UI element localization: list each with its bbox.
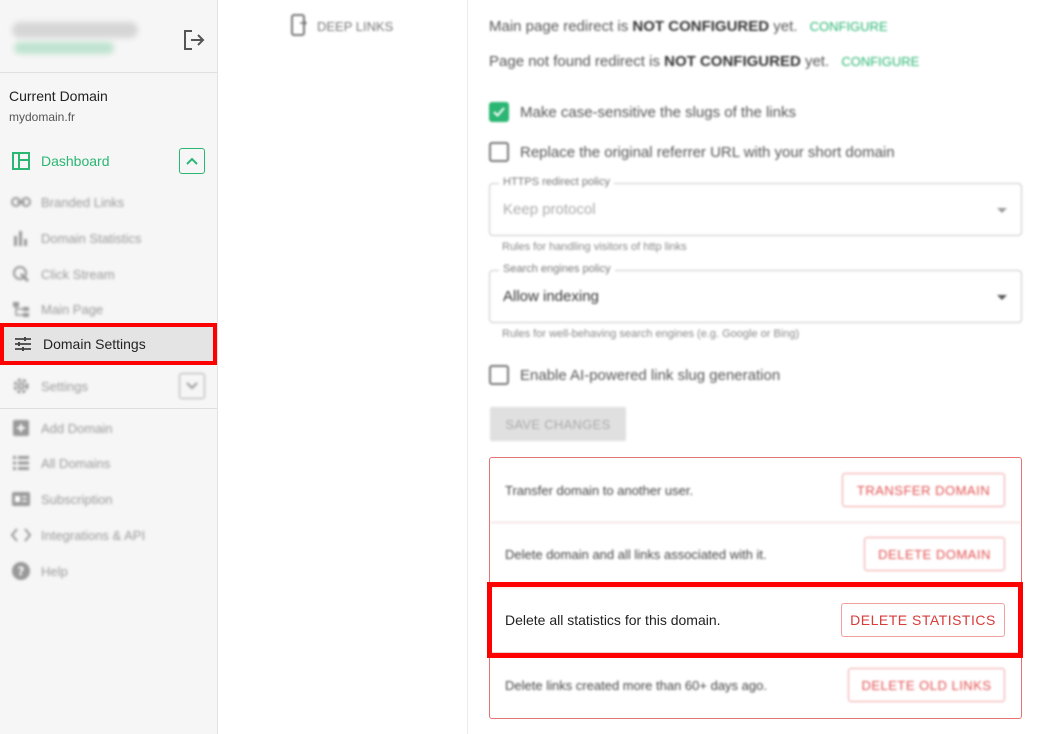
current-domain-label: Current Domain bbox=[9, 88, 108, 104]
notfound-redirect-status: Page not found redirect is NOT CONFIGURE… bbox=[489, 53, 919, 70]
checkbox-empty-icon bbox=[489, 365, 509, 385]
main-redirect-suffix: yet. bbox=[773, 18, 798, 35]
bar-chart-icon bbox=[11, 228, 31, 248]
notfound-redirect-prefix: Page not found redirect is bbox=[489, 53, 660, 70]
sidebar-item-settings[interactable]: Settings bbox=[0, 368, 217, 404]
delete-domain-button[interactable]: DELETE DOMAIN bbox=[864, 537, 1005, 571]
sidebar-divider bbox=[0, 408, 217, 409]
svg-text:?: ? bbox=[18, 565, 25, 579]
main-redirect-status: Main page redirect is NOT CONFIGURED yet… bbox=[489, 18, 888, 35]
sidebar-item-label: All Domains bbox=[41, 455, 111, 471]
sidebar: Current Domain mydomain.fr Dashboard Bra… bbox=[0, 0, 218, 734]
account-plan-blurred bbox=[14, 42, 114, 54]
https-policy-legend: HTTPS redirect policy bbox=[499, 176, 614, 188]
delete-domain-text: Delete domain and all links associated w… bbox=[505, 547, 767, 562]
account-name-blurred bbox=[12, 22, 138, 38]
delete-domain-row: Delete domain and all links associated w… bbox=[490, 523, 1021, 588]
notfound-redirect-status-value: NOT CONFIGURED bbox=[664, 53, 801, 70]
link-icon bbox=[11, 192, 31, 212]
danger-zone: Transfer domain to another user. TRANSFE… bbox=[489, 457, 1022, 719]
dropdown-arrow-icon bbox=[997, 295, 1007, 300]
dropdown-arrow-icon bbox=[997, 208, 1007, 213]
sidebar-item-label: Help bbox=[41, 563, 68, 579]
sidebar-item-click-stream[interactable]: Click Stream bbox=[0, 256, 217, 292]
sidebar-item-branded-links[interactable]: Branded Links bbox=[0, 184, 217, 220]
delete-statistics-row: Delete all statistics for this domain. D… bbox=[490, 588, 1021, 653]
sidebar-item-label: Domain Statistics bbox=[41, 230, 142, 246]
transfer-domain-button[interactable]: TRANSFER DOMAIN bbox=[842, 473, 1005, 507]
list-icon bbox=[11, 453, 31, 473]
logout-icon[interactable] bbox=[182, 29, 206, 51]
main-redirect-status-value: NOT CONFIGURED bbox=[632, 18, 770, 35]
domain-settings-panel: Main page redirect is NOT CONFIGURED yet… bbox=[489, 0, 1039, 734]
search-policy-hint: Rules for well-behaving search engines (… bbox=[502, 328, 800, 340]
sidebar-item-label: Settings bbox=[41, 378, 88, 394]
plus-box-icon bbox=[11, 418, 31, 438]
sidebar-item-label: Add Domain bbox=[41, 420, 113, 436]
save-changes-button[interactable]: SAVE CHANGES bbox=[490, 407, 626, 441]
main-redirect-prefix: Main page redirect is bbox=[489, 18, 629, 35]
sidebar-item-add-domain[interactable]: Add Domain bbox=[0, 410, 217, 446]
sidebar-item-domain-settings[interactable]: Domain Settings bbox=[2, 325, 214, 363]
transfer-domain-text: Transfer domain to another user. bbox=[505, 483, 694, 498]
sidebar-item-label: Domain Settings bbox=[43, 336, 146, 352]
delete-old-links-button[interactable]: DELETE OLD LINKS bbox=[848, 668, 1005, 702]
search-engines-policy-select[interactable]: Search engines policy Allow indexing bbox=[489, 263, 1022, 323]
tab-deep-links-label: DEEP LINKS bbox=[317, 19, 394, 34]
delete-old-links-row: Delete links created more than 60+ days … bbox=[490, 653, 1021, 718]
tab-deep-links[interactable]: DEEP LINKS bbox=[291, 14, 393, 39]
ai-slug-checkbox[interactable]: Enable AI-powered link slug generation bbox=[489, 365, 780, 385]
sliders-icon bbox=[13, 334, 33, 354]
configure-main-redirect-link[interactable]: CONFIGURE bbox=[810, 19, 888, 34]
code-icon bbox=[11, 525, 31, 545]
checkbox-checked-icon bbox=[489, 102, 509, 122]
help-icon: ? bbox=[11, 561, 31, 581]
sidebar-item-main-page[interactable]: Main Page bbox=[0, 291, 217, 327]
case-sensitive-checkbox[interactable]: Make case-sensitive the slugs of the lin… bbox=[489, 102, 796, 122]
case-sensitive-label: Make case-sensitive the slugs of the lin… bbox=[520, 103, 796, 121]
sidebar-item-dashboard[interactable]: Dashboard bbox=[0, 143, 217, 179]
current-domain-value: mydomain.fr bbox=[9, 110, 76, 124]
delete-statistics-text: Delete all statistics for this domain. bbox=[505, 612, 721, 628]
chevron-down-icon[interactable] bbox=[179, 373, 205, 399]
phone-link-icon bbox=[291, 14, 308, 39]
sidebar-item-label: Integrations & API bbox=[41, 527, 146, 543]
sidebar-item-label: Click Stream bbox=[41, 266, 115, 282]
sidebar-item-label: Branded Links bbox=[41, 194, 125, 210]
delete-statistics-button[interactable]: DELETE STATISTICS bbox=[841, 603, 1005, 637]
gear-icon bbox=[11, 376, 31, 396]
https-policy-hint: Rules for handling visitors of http link… bbox=[502, 241, 687, 253]
id-card-icon bbox=[11, 489, 31, 509]
settings-subnav: DEEP LINKS bbox=[218, 0, 468, 734]
search-policy-value: Allow indexing bbox=[503, 288, 599, 305]
sidebar-item-subscription[interactable]: Subscription bbox=[0, 481, 217, 517]
search-policy-legend: Search engines policy bbox=[499, 263, 615, 275]
sidebar-item-domain-statistics[interactable]: Domain Statistics bbox=[0, 220, 217, 256]
dashboard-icon bbox=[11, 151, 31, 171]
replace-referrer-checkbox[interactable]: Replace the original referrer URL with y… bbox=[489, 142, 895, 162]
checkbox-empty-icon bbox=[489, 142, 509, 162]
account-header bbox=[0, 0, 217, 73]
transfer-domain-row: Transfer domain to another user. TRANSFE… bbox=[490, 458, 1021, 523]
notfound-redirect-suffix: yet. bbox=[804, 53, 830, 70]
sidebar-item-label: Main Page bbox=[41, 301, 104, 317]
sidebar-item-all-domains[interactable]: All Domains bbox=[0, 445, 217, 481]
sidebar-item-label: Dashboard bbox=[41, 153, 110, 169]
ai-slug-label: Enable AI-powered link slug generation bbox=[520, 366, 781, 384]
sidebar-item-help[interactable]: ? Help bbox=[0, 553, 217, 589]
sidebar-item-integrations[interactable]: Integrations & API bbox=[0, 517, 217, 553]
cursor-click-icon bbox=[11, 264, 31, 284]
current-domain: Current Domain mydomain.fr bbox=[9, 88, 108, 124]
https-policy-select[interactable]: HTTPS redirect policy Keep protocol bbox=[489, 176, 1022, 236]
configure-notfound-redirect-link[interactable]: CONFIGURE bbox=[841, 54, 919, 69]
https-policy-value: Keep protocol bbox=[503, 201, 596, 218]
sitemap-icon bbox=[11, 299, 31, 319]
replace-referrer-label: Replace the original referrer URL with y… bbox=[520, 143, 895, 161]
chevron-up-icon[interactable] bbox=[179, 148, 205, 174]
sidebar-item-label: Subscription bbox=[41, 491, 113, 507]
delete-old-links-text: Delete links created more than 60+ days … bbox=[505, 678, 767, 693]
